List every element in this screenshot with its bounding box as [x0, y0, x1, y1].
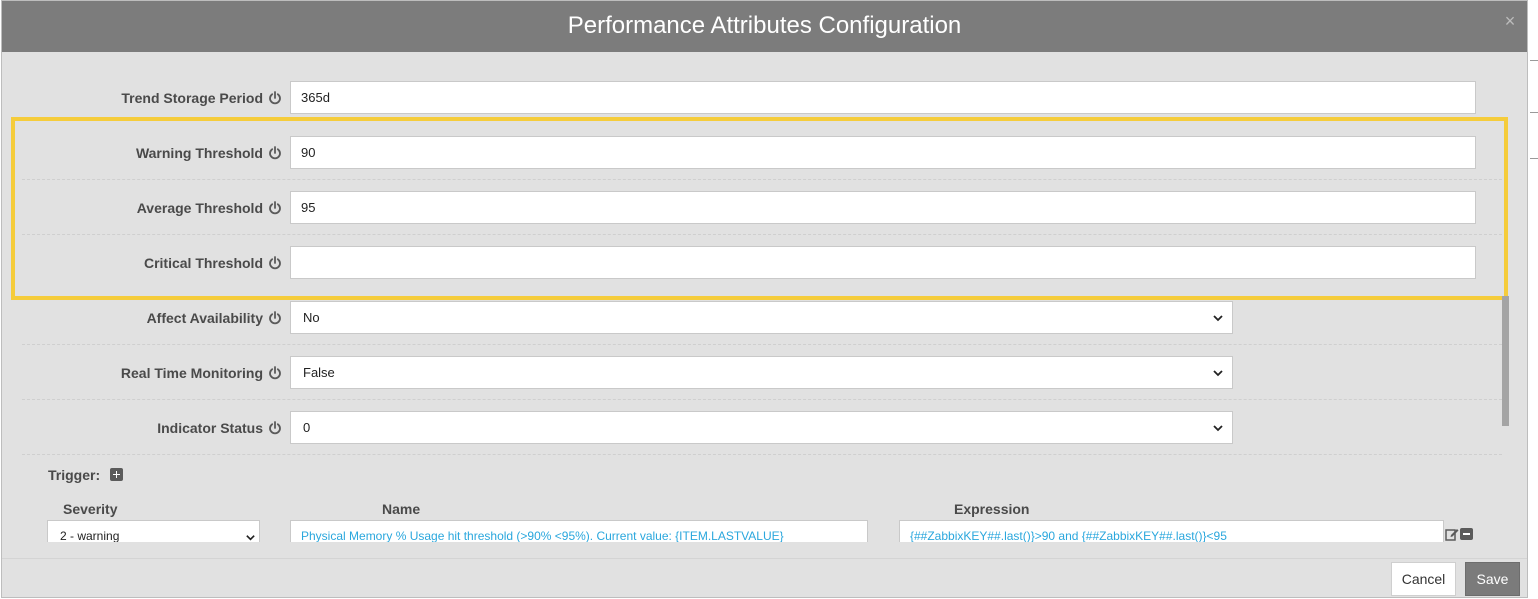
field-label: Critical Threshold: [144, 235, 282, 290]
close-icon[interactable]: ×: [1502, 11, 1518, 31]
field-label: Average Threshold: [137, 180, 282, 235]
name-column-header: Name: [382, 501, 421, 517]
add-trigger-icon[interactable]: [110, 468, 123, 481]
indicator-status-value: 0: [303, 420, 311, 435]
field-label: Warning Threshold: [136, 125, 282, 180]
chevron-down-icon: [246, 535, 255, 541]
row-divider: [22, 454, 1502, 455]
real-time-monitoring-label: Real Time Monitoring: [120, 364, 263, 381]
dialog-header: Performance Attributes Configuration ×: [2, 1, 1527, 52]
field-row-indicator-status: Indicator Status 0: [22, 400, 1502, 455]
critical-threshold-label: Critical Threshold: [143, 254, 263, 271]
remove-trigger-icon[interactable]: [1460, 528, 1473, 540]
power-icon[interactable]: [268, 310, 282, 325]
field-label: Indicator Status: [157, 400, 282, 455]
real-time-monitoring-value: False: [303, 365, 335, 380]
backdrop-divider: [1530, 60, 1538, 61]
indicator-status-select[interactable]: 0: [290, 411, 1233, 444]
field-row-affect-availability: Affect Availability No: [22, 290, 1502, 345]
scrollbar-thumb[interactable]: [1502, 296, 1509, 426]
affect-availability-value: No: [303, 310, 320, 325]
backdrop-divider: [1530, 112, 1538, 113]
real-time-monitoring-select[interactable]: False: [290, 356, 1233, 389]
critical-threshold-input[interactable]: [290, 246, 1476, 279]
trigger-name-value: Physical Memory % Usage hit threshold (>…: [301, 529, 784, 542]
trigger-expression-value: {##ZabbixKEY##.last()}>90 and {##ZabbixK…: [910, 529, 1227, 542]
field-label: Trend Storage Period: [121, 70, 282, 125]
save-button[interactable]: Save: [1465, 562, 1520, 596]
field-row-warning-threshold: Warning Threshold: [22, 125, 1502, 180]
field-label: Affect Availability: [147, 290, 282, 345]
page-backdrop: [1528, 0, 1538, 599]
affect-availability-select[interactable]: No: [290, 301, 1233, 334]
average-threshold-label: Average Threshold: [136, 199, 263, 216]
trigger-severity-select[interactable]: 2 - warning: [47, 520, 260, 542]
field-label: Real Time Monitoring: [121, 345, 282, 400]
performance-attributes-dialog: Performance Attributes Configuration × T…: [1, 0, 1528, 598]
affect-availability-label: Affect Availability: [146, 309, 263, 326]
expression-column-header: Expression: [954, 501, 1030, 517]
warning-threshold-label: Warning Threshold: [135, 144, 263, 161]
trigger-severity-value: 2 - warning: [60, 529, 120, 542]
power-icon[interactable]: [268, 365, 282, 380]
edit-icon[interactable]: [1445, 527, 1459, 541]
field-row-real-time-monitoring: Real Time Monitoring False: [22, 345, 1502, 400]
field-row-critical-threshold: Critical Threshold: [22, 235, 1502, 290]
trend-storage-period-input[interactable]: [290, 81, 1476, 114]
trigger-expression-input[interactable]: {##ZabbixKEY##.last()}>90 and {##ZabbixK…: [899, 520, 1444, 542]
power-icon[interactable]: [268, 255, 282, 270]
trend-storage-period-label: Trend Storage Period: [121, 89, 263, 106]
dialog-footer: [2, 558, 1527, 597]
chevron-down-icon: [1213, 315, 1223, 322]
warning-threshold-input[interactable]: [290, 136, 1476, 169]
power-icon[interactable]: [268, 420, 282, 435]
power-icon[interactable]: [268, 145, 282, 160]
trigger-name-input[interactable]: Physical Memory % Usage hit threshold (>…: [290, 520, 868, 542]
cancel-button[interactable]: Cancel: [1391, 562, 1456, 596]
field-row-average-threshold: Average Threshold: [22, 180, 1502, 235]
power-icon[interactable]: [268, 90, 282, 105]
indicator-status-label: Indicator Status: [157, 419, 263, 436]
average-threshold-input[interactable]: [290, 191, 1476, 224]
chevron-down-icon: [1213, 370, 1223, 377]
backdrop-divider: [1530, 158, 1538, 159]
trigger-label: Trigger:: [48, 467, 101, 483]
field-row-trend-storage-period: Trend Storage Period: [22, 70, 1502, 125]
severity-column-header: Severity: [63, 501, 118, 517]
chevron-down-icon: [1213, 425, 1223, 432]
power-icon[interactable]: [268, 200, 282, 215]
dialog-title: Performance Attributes Configuration: [567, 12, 962, 39]
